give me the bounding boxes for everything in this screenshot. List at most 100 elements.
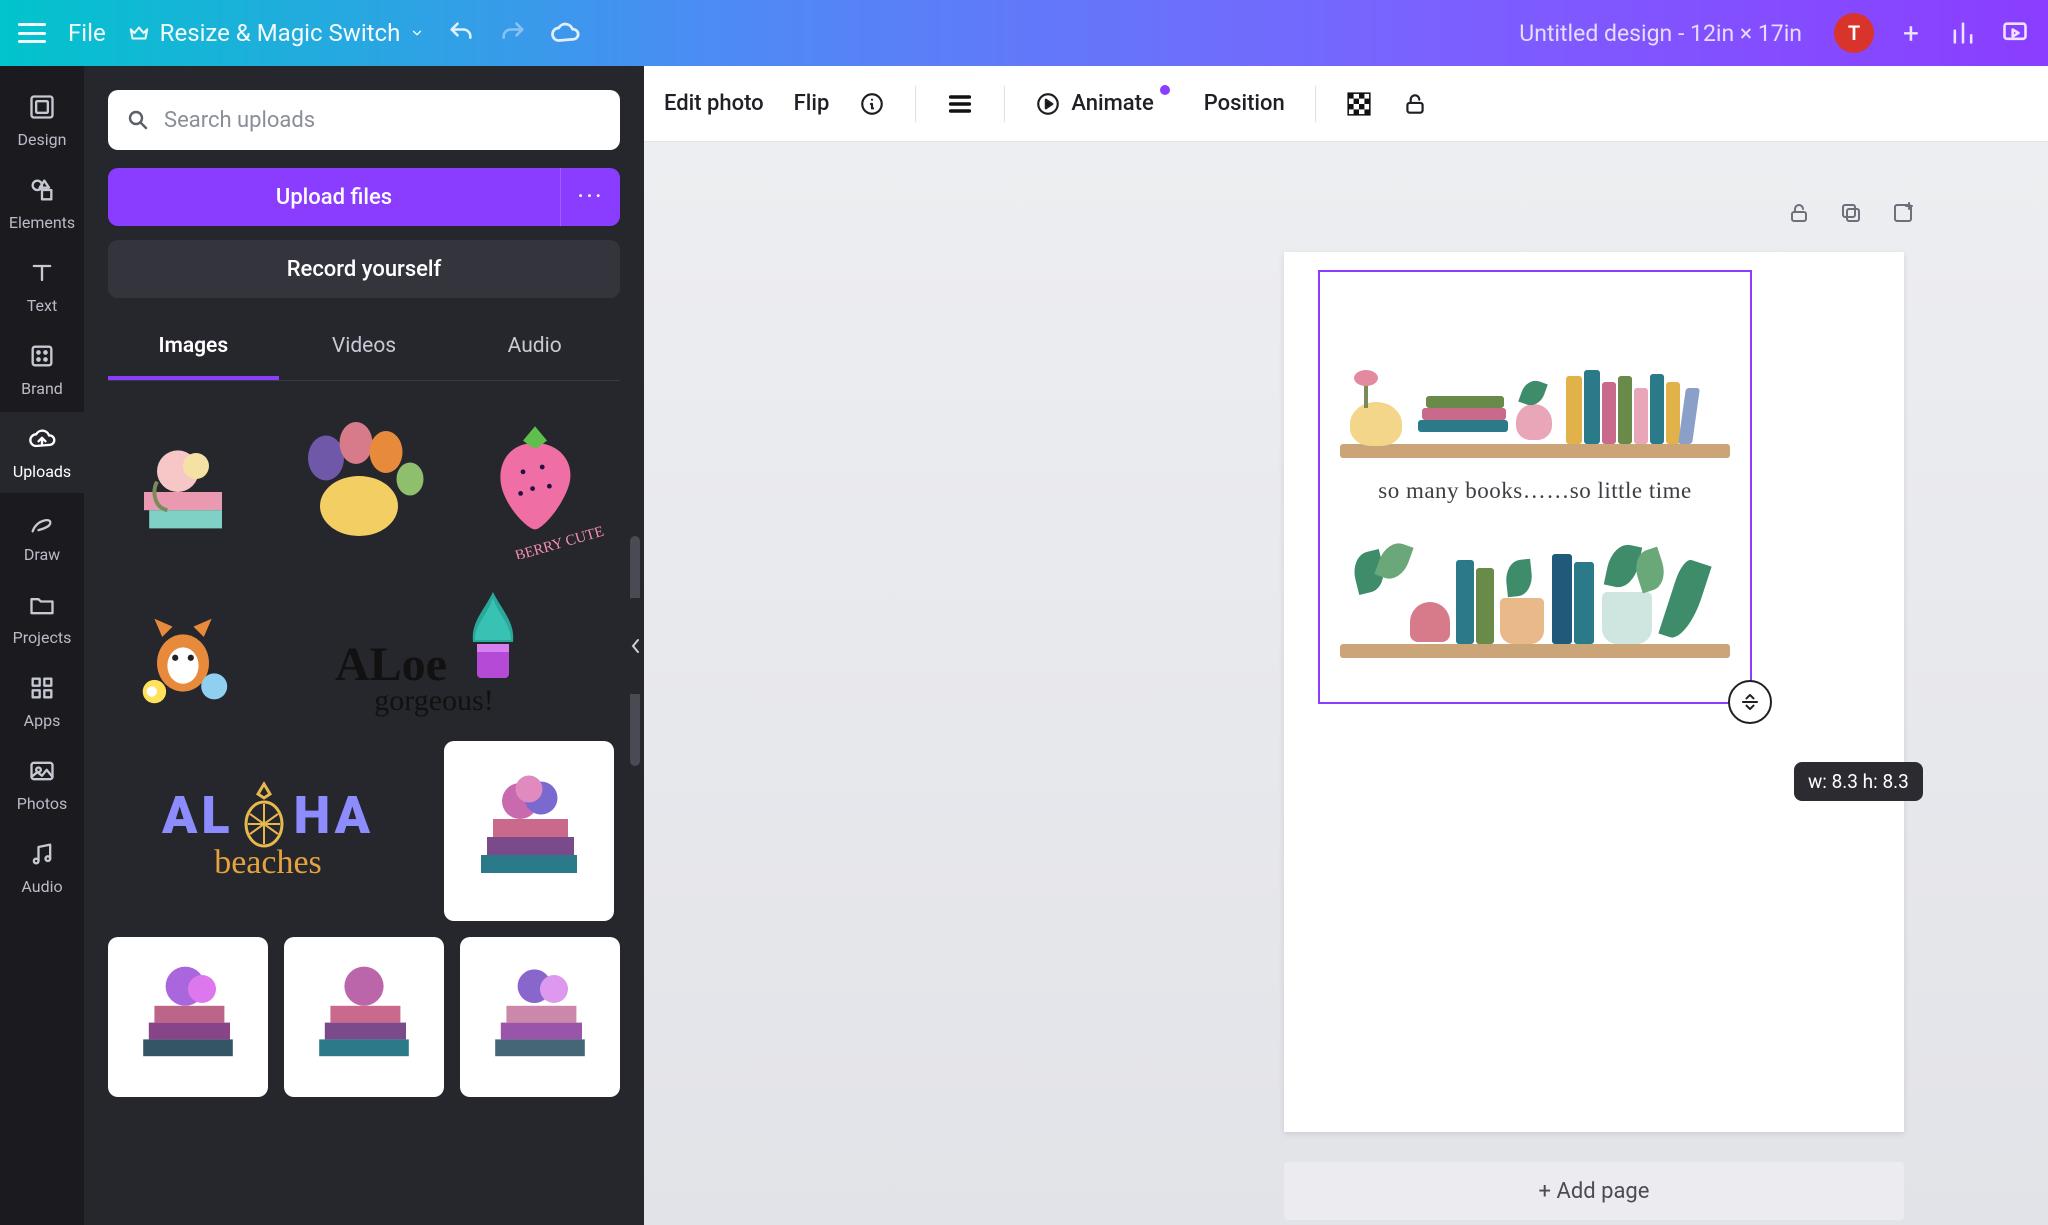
text-icon bbox=[28, 259, 56, 287]
thumb-art bbox=[299, 1118, 429, 1119]
rail-photos[interactable]: Photos bbox=[0, 744, 84, 825]
present-button[interactable] bbox=[2000, 18, 2030, 48]
rail-projects[interactable]: Projects bbox=[0, 578, 84, 659]
insights-button[interactable] bbox=[1948, 18, 1978, 48]
thumb-text: gorgeous! bbox=[374, 684, 493, 718]
rail-elements[interactable]: Elements bbox=[0, 163, 84, 244]
position-button[interactable]: Position bbox=[1204, 91, 1285, 116]
apps-icon bbox=[28, 674, 56, 702]
page-tools bbox=[1784, 198, 1918, 228]
upload-thumb-books3[interactable] bbox=[284, 937, 444, 1097]
upload-thumb-fox[interactable] bbox=[108, 575, 258, 725]
projects-icon bbox=[28, 591, 56, 619]
duplicate-icon bbox=[1839, 201, 1863, 225]
add-page-above-button[interactable] bbox=[1888, 198, 1918, 228]
list-button[interactable] bbox=[946, 90, 974, 118]
rail-label: Design bbox=[18, 130, 67, 149]
separator bbox=[1315, 86, 1316, 122]
upload-thumb-flower-books[interactable] bbox=[108, 399, 258, 559]
top-bar: File Resize & Magic Switch Untitled desi… bbox=[0, 0, 2048, 66]
record-yourself-button[interactable]: Record yourself bbox=[108, 240, 620, 298]
upload-thumb-aloha[interactable]: AL HA beaches bbox=[108, 741, 428, 921]
bar-chart-icon bbox=[1949, 19, 1977, 47]
tab-audio[interactable]: Audio bbox=[449, 320, 620, 380]
rail-brand[interactable]: Brand bbox=[0, 329, 84, 410]
main-menu-button[interactable] bbox=[18, 23, 46, 43]
transparency-button[interactable] bbox=[1346, 91, 1372, 117]
cloud-sync-button[interactable] bbox=[550, 18, 580, 48]
rail-label: Draw bbox=[24, 545, 60, 564]
info-button[interactable] bbox=[859, 91, 885, 117]
notification-dot bbox=[1160, 85, 1170, 95]
upload-thumb-books1[interactable] bbox=[444, 741, 614, 921]
transparency-icon bbox=[1346, 91, 1372, 117]
user-avatar[interactable]: T bbox=[1834, 13, 1874, 53]
rail-apps[interactable]: Apps bbox=[0, 661, 84, 742]
photos-icon bbox=[28, 757, 56, 785]
audio-icon bbox=[28, 840, 56, 868]
thumb-art bbox=[475, 419, 595, 539]
animate-button[interactable]: Animate bbox=[1035, 91, 1173, 117]
rail-text[interactable]: Text bbox=[0, 246, 84, 327]
resize-magic-switch[interactable]: Resize & Magic Switch bbox=[128, 19, 425, 47]
collapse-panel-button[interactable] bbox=[627, 598, 644, 694]
canvas-stage[interactable]: so many books……so little time bbox=[644, 142, 2048, 1225]
search-input[interactable] bbox=[164, 108, 602, 133]
selected-element[interactable]: so many books……so little time bbox=[1318, 270, 1752, 704]
separator bbox=[1004, 86, 1005, 122]
duplicate-page-button[interactable] bbox=[1836, 198, 1866, 228]
uploads-panel: Upload files ··· Record yourself Images … bbox=[84, 66, 644, 1225]
tab-videos[interactable]: Videos bbox=[279, 320, 450, 380]
page-lock-button[interactable] bbox=[1784, 198, 1814, 228]
search-uploads[interactable] bbox=[108, 90, 620, 150]
upload-more-button[interactable]: ··· bbox=[560, 168, 620, 226]
rail-label: Uploads bbox=[13, 462, 71, 481]
undo-button[interactable] bbox=[446, 18, 476, 48]
upload-thumb-aloe[interactable]: ALoe gorgeous! bbox=[274, 575, 594, 725]
rail-label: Photos bbox=[17, 794, 68, 813]
upload-thumb-strawberry[interactable]: BERRY CUTE bbox=[460, 399, 610, 559]
resize-label: Resize & Magic Switch bbox=[160, 19, 401, 47]
tab-images[interactable]: Images bbox=[108, 320, 279, 380]
redo-button[interactable] bbox=[498, 18, 528, 48]
edit-photo-button[interactable]: Edit photo bbox=[664, 91, 764, 116]
redo-icon bbox=[499, 19, 527, 47]
upload-thumb-books2[interactable] bbox=[108, 937, 268, 1097]
rail-draw[interactable]: Draw bbox=[0, 495, 84, 576]
lock-button[interactable] bbox=[1402, 91, 1428, 117]
draw-icon bbox=[28, 508, 56, 536]
design-page[interactable]: so many books……so little time bbox=[1284, 252, 1904, 1132]
file-menu[interactable]: File bbox=[68, 19, 106, 47]
rail-label: Projects bbox=[13, 628, 72, 647]
rail-design[interactable]: Design bbox=[0, 80, 84, 161]
animate-icon bbox=[1035, 91, 1061, 117]
upload-thumb-books4[interactable] bbox=[460, 937, 620, 1097]
upload-thumb-pawprint[interactable] bbox=[274, 399, 444, 559]
upload-thumb-bookshelf-small[interactable] bbox=[460, 1113, 620, 1119]
present-icon bbox=[2001, 19, 2029, 47]
thumb-art bbox=[118, 585, 248, 715]
rail-uploads[interactable]: Uploads bbox=[0, 412, 84, 493]
flip-button[interactable]: Flip bbox=[794, 91, 830, 116]
art-caption: so many books……so little time bbox=[1340, 478, 1730, 504]
lock-open-icon bbox=[1402, 91, 1428, 117]
uploads-icon bbox=[28, 425, 56, 453]
thumb-art bbox=[470, 947, 610, 1087]
thumb-art bbox=[118, 947, 258, 1087]
upload-files-button[interactable]: Upload files bbox=[108, 168, 560, 226]
rail-label: Text bbox=[27, 296, 57, 315]
upload-thumb-daisy[interactable] bbox=[284, 1113, 444, 1119]
upload-thumb-rainbow[interactable] bbox=[108, 1113, 268, 1119]
add-page-button[interactable]: + Add page bbox=[1284, 1162, 1904, 1220]
context-toolbar: Edit photo Flip Animate Position bbox=[644, 66, 2048, 142]
thumb-art bbox=[454, 756, 604, 906]
thumb-art bbox=[279, 404, 439, 554]
rail-audio[interactable]: Audio bbox=[0, 827, 84, 908]
invite-button[interactable]: + bbox=[1896, 18, 1926, 48]
undo-icon bbox=[447, 19, 475, 47]
resize-handle-se[interactable] bbox=[1728, 680, 1772, 724]
rail-label: Elements bbox=[9, 213, 75, 232]
dimension-tooltip: w: 8.3 h: 8.3 bbox=[1794, 762, 1923, 801]
side-rail: Design Elements Text Brand Uploads Draw … bbox=[0, 66, 84, 1225]
document-title[interactable]: Untitled design - 12in × 17in bbox=[1519, 20, 1802, 47]
